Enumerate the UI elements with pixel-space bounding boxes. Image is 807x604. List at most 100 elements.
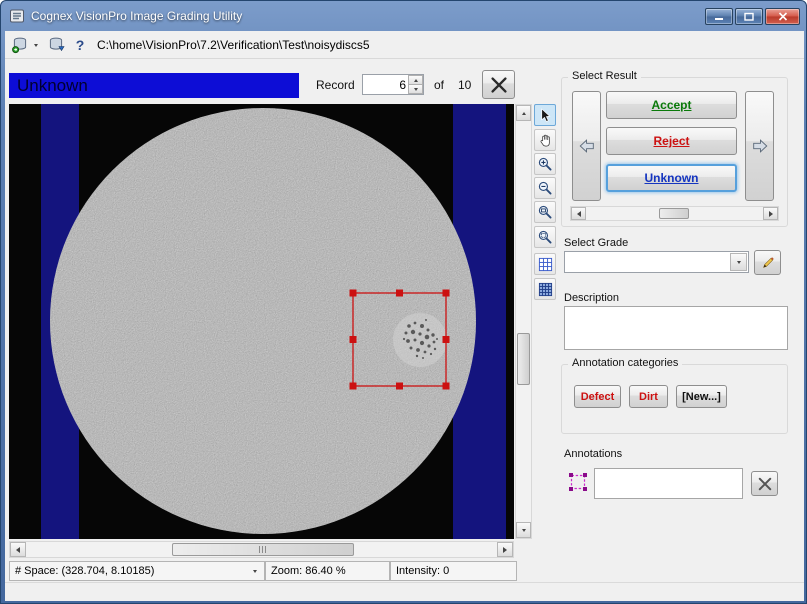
status-zoom-text: Zoom: 86.40 % bbox=[271, 565, 346, 577]
grid-icon bbox=[538, 257, 553, 272]
grade-dropdown-button[interactable] bbox=[730, 253, 747, 271]
maximize-icon bbox=[744, 12, 754, 21]
space-dropdown-button[interactable] bbox=[248, 564, 262, 578]
record-number-input[interactable] bbox=[363, 75, 408, 94]
tool-pan-button[interactable] bbox=[534, 129, 556, 151]
save-database-icon bbox=[47, 36, 65, 54]
titlebar: Cognex VisionPro Image Grading Utility bbox=[1, 1, 807, 31]
image-viewport[interactable] bbox=[9, 104, 514, 539]
select-result-title: Select Result bbox=[568, 70, 641, 82]
window-title: Cognex VisionPro Image Grading Utility bbox=[31, 9, 242, 23]
window-statusbar bbox=[5, 582, 804, 601]
right-arrow-icon bbox=[503, 547, 507, 553]
vscroll-thumb[interactable] bbox=[517, 333, 530, 385]
reject-button[interactable]: Reject bbox=[606, 127, 737, 155]
slider-left-button[interactable] bbox=[571, 207, 586, 220]
close-icon bbox=[778, 12, 788, 21]
grade-combobox[interactable] bbox=[564, 251, 749, 273]
scroll-right-button[interactable] bbox=[497, 542, 513, 557]
annotation-text-input[interactable] bbox=[595, 469, 742, 498]
record-spin-down-button[interactable] bbox=[408, 84, 423, 94]
annotation-categories-group: Annotation categories Defect Dirt [New..… bbox=[561, 364, 788, 434]
description-title: Description bbox=[564, 292, 619, 304]
image-source-button[interactable] bbox=[9, 34, 31, 56]
arrow-right-icon bbox=[751, 137, 769, 155]
region-selection-icon bbox=[567, 471, 589, 493]
close-button[interactable] bbox=[765, 8, 800, 25]
result-banner: Unknown bbox=[9, 73, 299, 98]
category-defect-button[interactable]: Defect bbox=[574, 385, 621, 408]
annotation-region-indicator bbox=[567, 471, 589, 493]
dropdown-caret-icon bbox=[737, 261, 741, 264]
down-arrow-icon bbox=[522, 529, 526, 532]
save-results-button[interactable] bbox=[45, 34, 67, 56]
description-input[interactable] bbox=[564, 306, 788, 350]
left-arrow-icon bbox=[16, 547, 20, 553]
tool-zoom-in-button[interactable] bbox=[534, 153, 556, 175]
zoom-in-icon bbox=[538, 157, 553, 172]
unknown-button[interactable]: Unknown bbox=[606, 164, 737, 192]
previous-record-button[interactable] bbox=[572, 91, 601, 201]
status-intensity-cell: Intensity: 0 bbox=[390, 561, 517, 581]
scroll-left-button[interactable] bbox=[10, 542, 26, 557]
main-toolbar: ? C:\home\VisionPro\7.2\Verification\Tes… bbox=[5, 31, 804, 59]
tool-zoom-out-button[interactable] bbox=[534, 177, 556, 199]
hscroll-thumb[interactable] bbox=[172, 543, 354, 556]
tool-select-button[interactable] bbox=[534, 104, 556, 126]
minimize-icon bbox=[714, 12, 724, 21]
defect-blob bbox=[393, 313, 447, 367]
delete-record-button[interactable] bbox=[482, 70, 515, 99]
x-icon bbox=[756, 475, 774, 493]
database-icon bbox=[11, 36, 29, 54]
annotation-categories-title: Annotation categories bbox=[568, 357, 682, 369]
client-area: ? C:\home\VisionPro\7.2\Verification\Tes… bbox=[5, 31, 804, 601]
status-intensity-text: Intensity: 0 bbox=[396, 565, 449, 577]
select-grade-title: Select Grade bbox=[564, 237, 628, 249]
image-vscrollbar[interactable] bbox=[515, 104, 532, 539]
hand-icon bbox=[538, 133, 553, 148]
image-canvas[interactable] bbox=[9, 104, 514, 539]
slider-right-button[interactable] bbox=[763, 207, 778, 220]
next-record-button[interactable] bbox=[745, 91, 774, 201]
left-arrow-icon bbox=[577, 211, 581, 217]
edit-grades-button[interactable] bbox=[754, 250, 781, 275]
pointer-icon bbox=[538, 108, 553, 123]
category-dirt-button[interactable]: Dirt bbox=[629, 385, 668, 408]
category-new-button[interactable]: [New...] bbox=[676, 385, 727, 408]
help-button[interactable]: ? bbox=[69, 34, 91, 56]
right-arrow-icon bbox=[769, 211, 773, 217]
accept-button[interactable]: Accept bbox=[606, 91, 737, 119]
dropdown-caret-icon bbox=[253, 570, 257, 573]
tool-grid-button[interactable] bbox=[534, 253, 556, 275]
grid-filled-icon bbox=[538, 282, 553, 297]
zoom-fit-icon bbox=[538, 230, 553, 245]
record-slider[interactable] bbox=[570, 206, 779, 221]
scroll-up-button[interactable] bbox=[516, 105, 531, 121]
record-spinbox bbox=[362, 74, 424, 95]
file-path-label: C:\home\VisionPro\7.2\Verification\Test\… bbox=[97, 38, 370, 52]
delete-annotation-button[interactable] bbox=[751, 471, 778, 496]
scroll-down-button[interactable] bbox=[516, 522, 531, 538]
app-icon bbox=[9, 8, 25, 24]
dropdown-caret-icon bbox=[34, 44, 38, 47]
record-total-label: 10 bbox=[458, 78, 471, 92]
zoom-out-icon bbox=[538, 181, 553, 196]
arrow-left-icon bbox=[578, 137, 596, 155]
pencil-icon bbox=[761, 256, 775, 270]
tool-zoom-fit-button[interactable] bbox=[534, 226, 556, 248]
status-space-text: # Space: (328.704, 8.10185) bbox=[15, 565, 154, 577]
annotation-text-container bbox=[594, 468, 743, 499]
tool-zoom-window-button[interactable] bbox=[534, 201, 556, 223]
record-slider-thumb[interactable] bbox=[659, 208, 689, 219]
help-icon: ? bbox=[76, 37, 85, 53]
annotations-title: Annotations bbox=[564, 448, 622, 460]
image-source-dropdown[interactable] bbox=[30, 34, 42, 56]
app-window: Cognex VisionPro Image Grading Utility bbox=[0, 0, 807, 604]
status-zoom-cell: Zoom: 86.40 % bbox=[265, 561, 390, 581]
image-hscrollbar[interactable] bbox=[9, 541, 514, 558]
maximize-button[interactable] bbox=[735, 8, 763, 25]
tool-grid-filled-button[interactable] bbox=[534, 278, 556, 300]
minimize-button[interactable] bbox=[705, 8, 733, 25]
status-space-cell: # Space: (328.704, 8.10185) bbox=[9, 561, 265, 581]
select-result-group: Select Result Accept Reject Unknown bbox=[561, 77, 788, 227]
